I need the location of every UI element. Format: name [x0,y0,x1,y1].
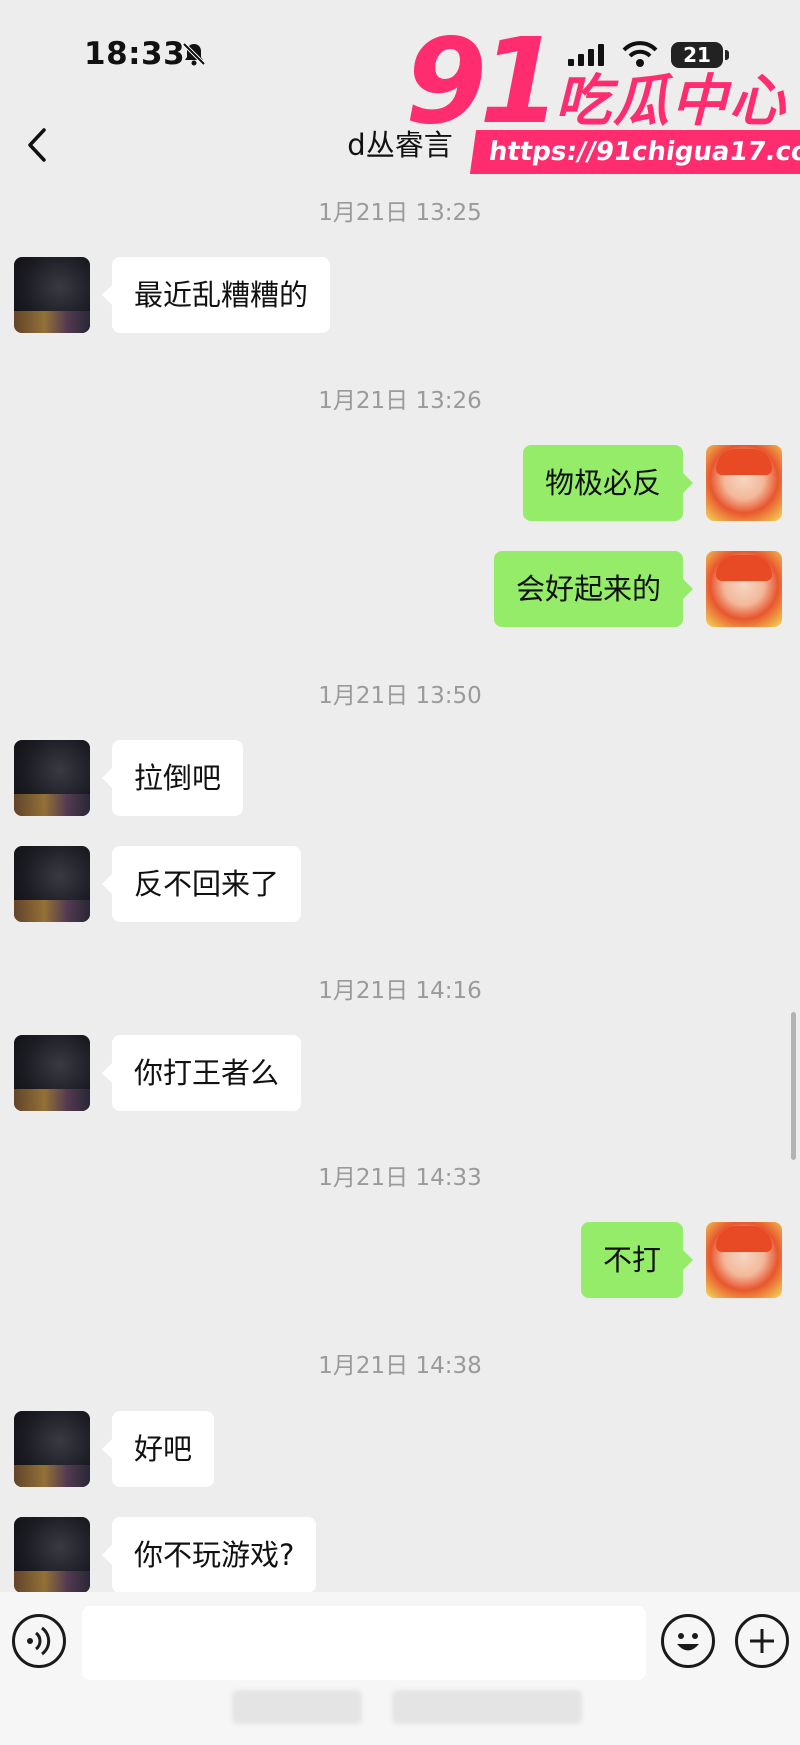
message-timestamp: 1月21日 13:26 [318,388,482,414]
message-input[interactable] [82,1606,646,1680]
message-timestamp: 1月21日 14:33 [318,1165,482,1191]
friend-avatar[interactable] [14,740,90,816]
scroll-indicator[interactable] [791,1012,796,1160]
voice-icon[interactable] [12,1614,66,1668]
friend-avatar[interactable] [14,1517,90,1593]
incoming-message-bubble[interactable]: 你不玩游戏? [101,1517,317,1593]
message-timestamp: 1月21日 13:25 [318,200,482,226]
status-time: 18:33 [84,36,186,72]
watermark-url: https://91chigua17.com [469,130,800,174]
message-timestamp: 1月21日 14:16 [318,978,482,1004]
my-avatar[interactable] [706,445,782,521]
incoming-message-bubble[interactable]: 好吧 [101,1411,215,1487]
outgoing-message-bubble[interactable]: 物极必反 [522,445,694,521]
blurred-area [392,1690,582,1724]
message-timestamp: 1月21日 14:38 [318,1353,482,1379]
my-avatar[interactable] [706,551,782,627]
friend-avatar[interactable] [14,257,90,333]
bell-muted-icon [182,42,206,66]
blurred-area [232,1690,362,1724]
incoming-message-bubble[interactable]: 拉倒吧 [101,740,244,816]
incoming-message-bubble[interactable]: 反不回来了 [101,846,302,922]
incoming-message-bubble[interactable]: 你打王者么 [101,1035,302,1111]
message-input-bar [0,1592,800,1745]
outgoing-message-bubble[interactable]: 不打 [580,1222,694,1298]
watermark-logo: 91 吃瓜中心 https://91chigua17.com [405,12,800,180]
friend-avatar[interactable] [14,1035,90,1111]
emoji-icon[interactable] [661,1614,715,1668]
my-avatar[interactable] [706,1222,782,1298]
friend-avatar[interactable] [14,846,90,922]
plus-icon[interactable] [735,1614,789,1668]
outgoing-message-bubble[interactable]: 会好起来的 [493,551,694,627]
incoming-message-bubble[interactable]: 最近乱糟糟的 [101,257,331,333]
friend-avatar[interactable] [14,1411,90,1487]
watermark-text: 吃瓜中心 [555,69,787,134]
message-timestamp: 1月21日 13:50 [318,683,482,709]
chevron-left-icon[interactable] [16,120,60,170]
